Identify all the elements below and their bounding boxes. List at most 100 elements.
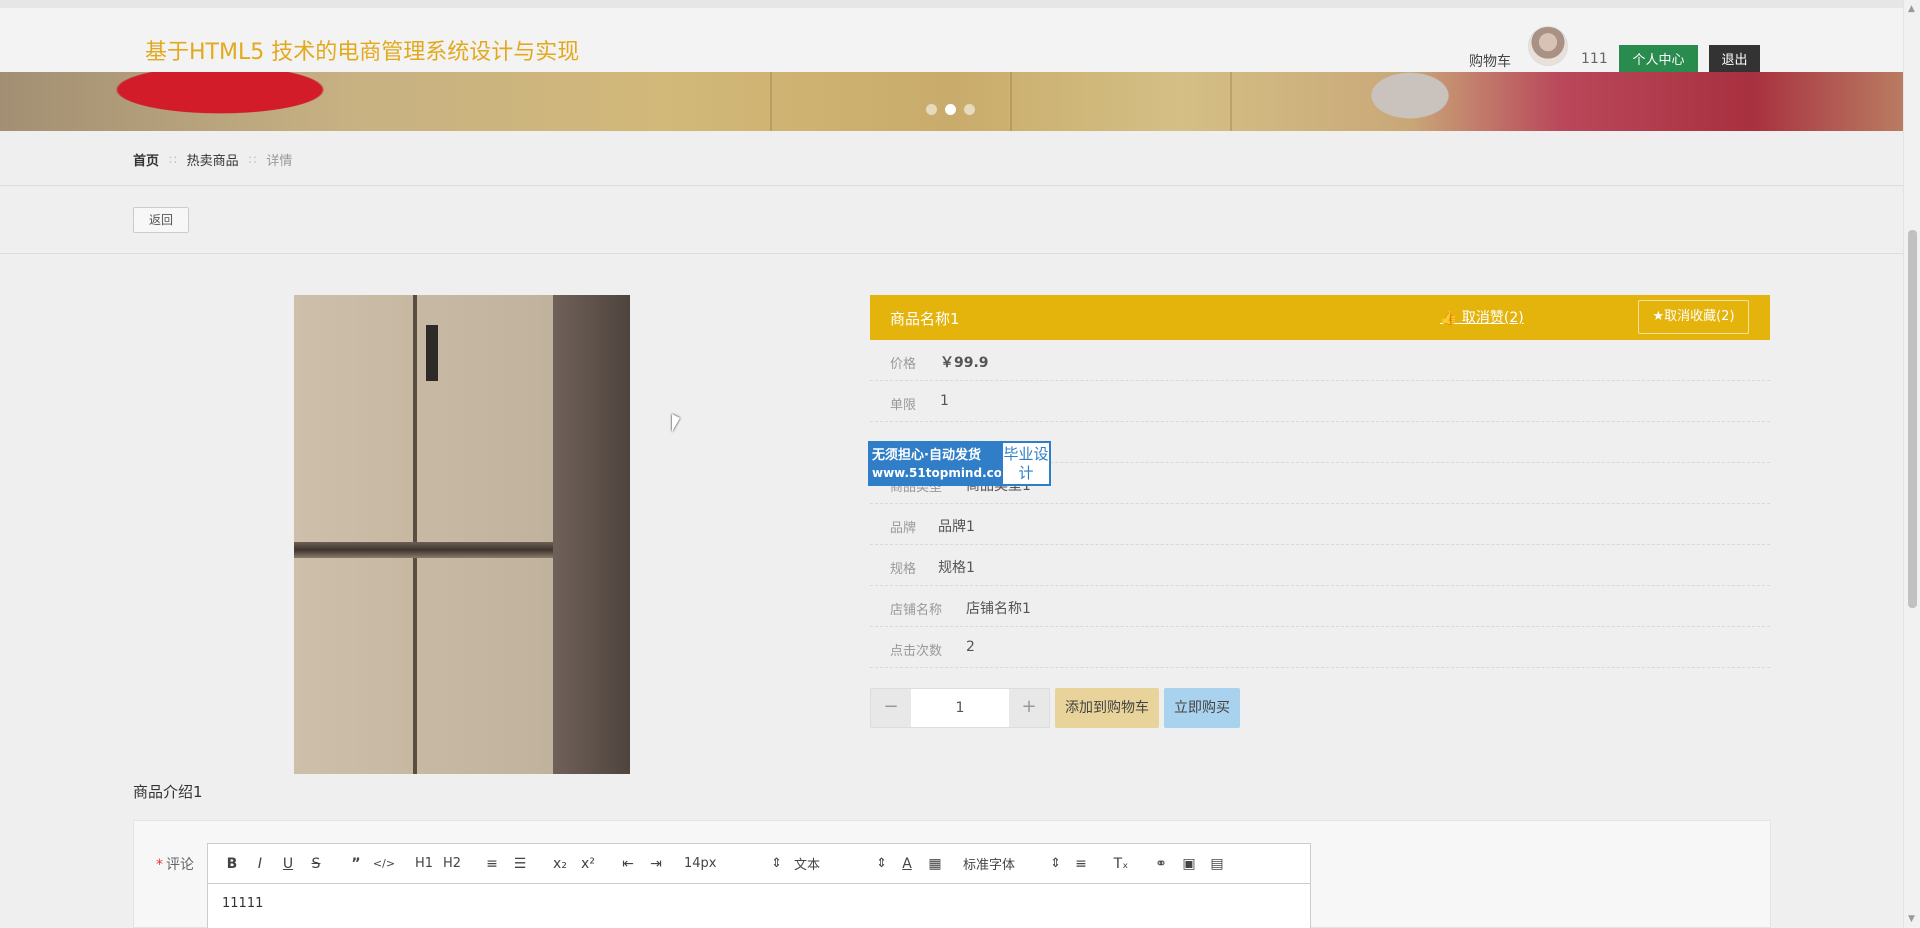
breadcrumb-home[interactable]: 首页 xyxy=(133,150,159,169)
site-title[interactable]: 基于HTML5 技术的电商管理系统设计与实现 xyxy=(145,34,579,66)
attr-key: 价格 xyxy=(890,357,917,372)
italic-icon[interactable]: I xyxy=(246,856,274,872)
comment-section: * 评论 B I U S ” </> H1 H2 ≡ ☰ x₂ x² ⇤ ⇥ 14… xyxy=(133,820,1771,928)
attr-row-spec: 规格 规格1 xyxy=(870,545,1770,586)
attr-key: 店铺名称 xyxy=(890,603,943,618)
attr-value: 2 xyxy=(966,639,975,655)
attr-value: 品牌1 xyxy=(938,519,975,535)
fridge-seam xyxy=(413,295,417,774)
scroll-thumb[interactable] xyxy=(1908,230,1917,608)
comment-label-text: 评论 xyxy=(166,857,194,873)
font-size-select[interactable]: 14px ⇕ xyxy=(678,856,788,871)
bg-color-icon[interactable]: ▦ xyxy=(921,856,949,872)
fridge-band xyxy=(294,542,553,558)
quantity-input[interactable]: 1 xyxy=(911,689,1009,727)
quote-icon[interactable]: ” xyxy=(342,856,370,872)
attr-key: 品牌 xyxy=(890,521,917,536)
attr-value: 店铺名称1 xyxy=(966,601,1031,617)
mouse-cursor-icon xyxy=(672,414,680,432)
rich-text-editor: B I U S ” </> H1 H2 ≡ ☰ x₂ x² ⇤ ⇥ 14px ⇕ … xyxy=(207,843,1311,928)
unfavorite-button[interactable]: ★取消收藏(2) xyxy=(1638,300,1749,334)
outdent-icon[interactable]: ⇤ xyxy=(614,856,642,872)
attr-row-shop: 店铺名称 店铺名称1 xyxy=(870,586,1770,627)
select-arrows-icon: ⇕ xyxy=(1050,856,1061,871)
divider xyxy=(0,185,1903,186)
star-icon: ★ xyxy=(1652,309,1665,324)
banner-tile-line xyxy=(1230,72,1232,131)
avatar[interactable] xyxy=(1528,26,1568,66)
breadcrumb-hot[interactable]: 热卖商品 xyxy=(187,150,239,169)
strike-icon[interactable]: S xyxy=(302,856,330,872)
code-icon[interactable]: </> xyxy=(370,857,398,870)
text-type-select[interactable]: 文本 ⇕ xyxy=(788,854,893,873)
attr-key: 规格 xyxy=(890,562,917,577)
cart-link[interactable]: 购物车 xyxy=(1469,51,1511,71)
bold-icon[interactable]: B xyxy=(218,856,246,872)
h2-icon[interactable]: H2 xyxy=(438,856,466,871)
ad-badge: 毕业设计 xyxy=(1001,441,1051,486)
breadcrumb: 首页 ∷ 热卖商品 ∷ 详情 xyxy=(133,150,293,170)
increase-button[interactable]: + xyxy=(1009,689,1049,727)
carousel-dot[interactable] xyxy=(964,104,975,115)
font-family-select[interactable]: 标准字体 ⇕ xyxy=(957,854,1067,873)
superscript-icon[interactable]: x² xyxy=(574,856,602,872)
comment-label: * 评论 xyxy=(156,854,194,874)
font-size-value: 14px xyxy=(684,856,717,871)
ordered-list-icon[interactable]: ≡ xyxy=(478,856,506,872)
carousel-dot[interactable] xyxy=(926,104,937,115)
attr-value: 规格1 xyxy=(938,560,975,576)
font-family-value: 标准字体 xyxy=(963,858,1016,873)
font-color-icon[interactable]: A xyxy=(893,856,921,872)
banner-shoe-image xyxy=(40,72,340,131)
select-arrows-icon: ⇕ xyxy=(771,856,782,871)
ad-line2: www.51topmind.com xyxy=(872,466,1015,480)
decrease-button[interactable]: − xyxy=(871,689,911,727)
video-icon[interactable]: ▤ xyxy=(1203,856,1231,872)
watermark-ad[interactable]: 无须担心·自动发货 www.51topmind.com 毕业设计 xyxy=(868,441,1051,486)
required-mark: * xyxy=(156,857,163,873)
unlike-label: 取消赞(2) xyxy=(1461,310,1524,326)
product-name: 商品名称1 xyxy=(890,310,960,328)
bullet-list-icon[interactable]: ☰ xyxy=(506,856,534,872)
banner-carousel[interactable] xyxy=(0,72,1903,131)
scroll-down-icon[interactable]: ▼ xyxy=(1908,914,1915,924)
breadcrumb-separator: ∷ xyxy=(248,152,257,167)
username: 111 xyxy=(1581,51,1608,67)
align-icon[interactable]: ≡ xyxy=(1067,856,1095,872)
carousel-dots xyxy=(926,104,975,115)
unfavorite-label: 取消收藏(2) xyxy=(1664,309,1735,324)
unlike-link[interactable]: 👍 取消赞(2) xyxy=(1440,307,1524,327)
banner-tile-line xyxy=(770,72,772,131)
link-icon[interactable]: ⚭ xyxy=(1147,856,1175,872)
underline-icon[interactable]: U xyxy=(274,856,302,872)
fridge-door-left xyxy=(294,295,414,774)
breadcrumb-separator: ∷ xyxy=(169,152,177,167)
attr-row-price: 价格 ￥99.9 xyxy=(870,340,1770,381)
h1-icon[interactable]: H1 xyxy=(410,856,438,871)
subscript-icon[interactable]: x₂ xyxy=(546,856,574,872)
clear-format-icon[interactable]: Tₓ xyxy=(1107,856,1135,872)
attr-row-clicks: 点击次数 2 xyxy=(870,627,1770,668)
text-type-value: 文本 xyxy=(794,858,821,873)
banner-hand-image xyxy=(1350,72,1470,131)
attr-key: 点击次数 xyxy=(890,644,943,659)
breadcrumb-detail: 详情 xyxy=(266,154,293,169)
image-icon[interactable]: ▣ xyxy=(1175,856,1203,872)
add-to-cart-button[interactable]: 添加到购物车 xyxy=(1055,688,1159,728)
product-image xyxy=(294,295,630,774)
carousel-dot-active[interactable] xyxy=(945,104,956,115)
attr-value: ￥99.9 xyxy=(940,355,989,371)
attr-value: 1 xyxy=(940,393,949,409)
banner-tile-line xyxy=(1010,72,1012,131)
attr-row-limit: 单限 1 xyxy=(870,381,1770,422)
indent-icon[interactable]: ⇥ xyxy=(642,856,670,872)
product-intro: 商品介绍1 xyxy=(133,783,203,801)
page-scrollbar[interactable]: ▲ ▼ xyxy=(1903,0,1920,928)
select-arrows-icon: ⇕ xyxy=(876,856,887,871)
thumbs-up-icon: 👍 xyxy=(1440,310,1458,326)
comment-input[interactable]: 11111 xyxy=(208,884,1310,923)
buy-now-button[interactable]: 立即购买 xyxy=(1164,688,1240,728)
scroll-up-icon[interactable]: ▲ xyxy=(1908,4,1915,14)
fridge-side xyxy=(553,295,630,774)
back-button[interactable]: 返回 xyxy=(133,207,189,233)
